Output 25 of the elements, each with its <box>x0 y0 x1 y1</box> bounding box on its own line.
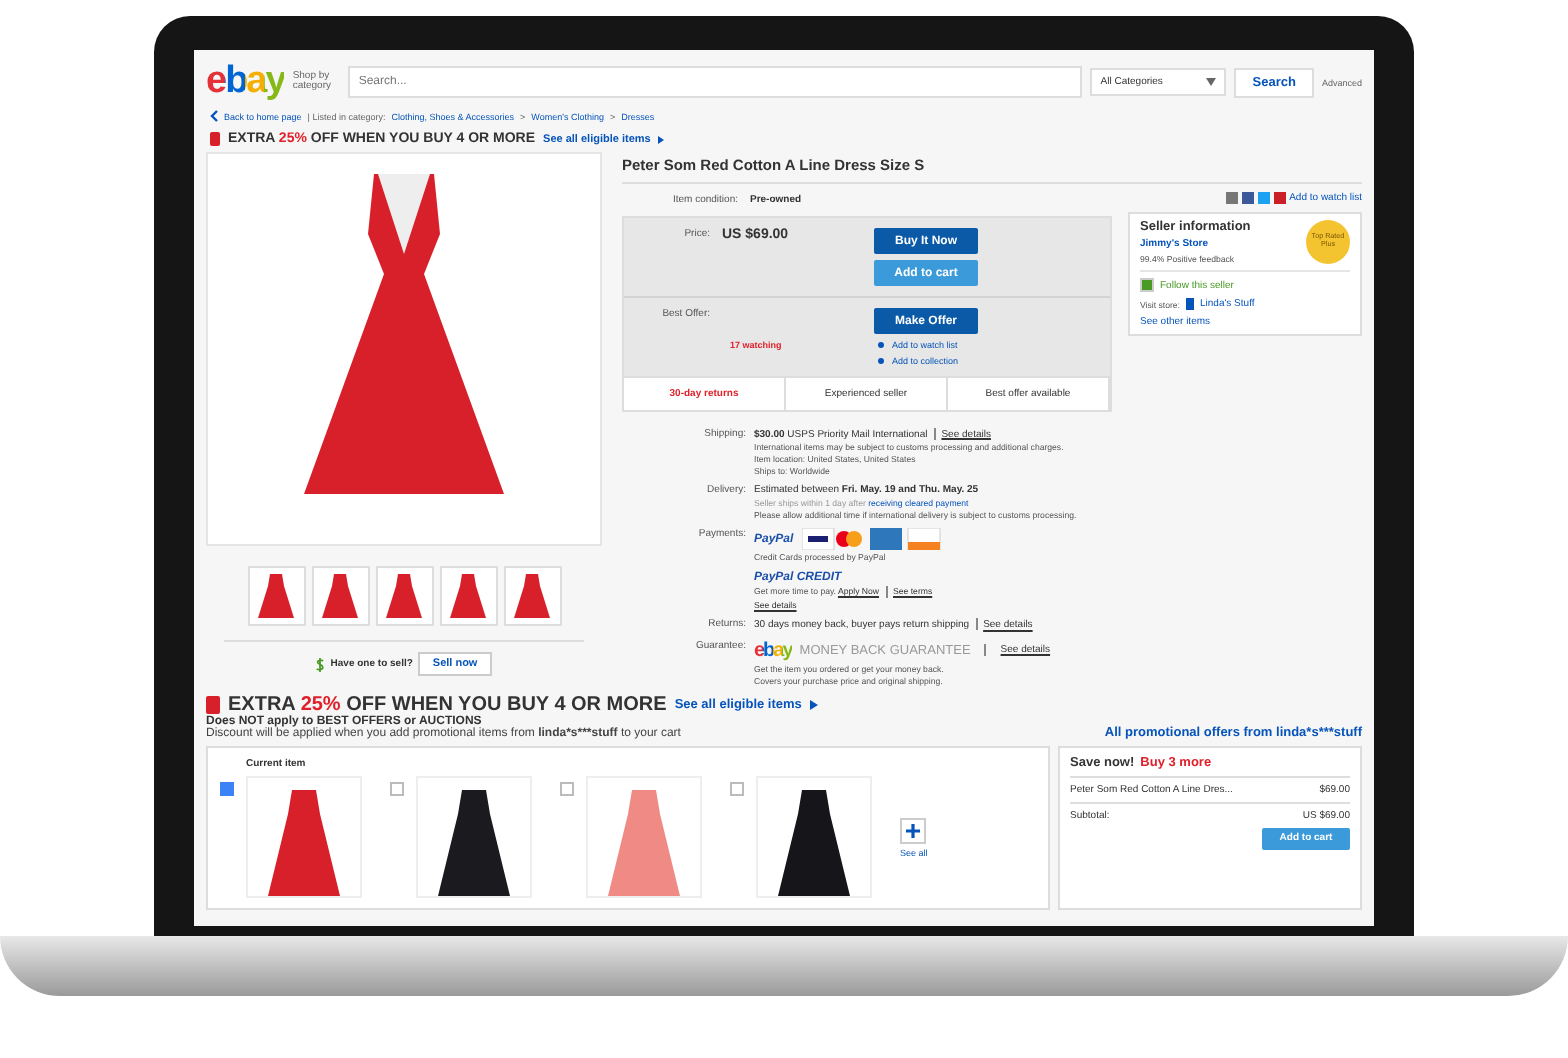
dollar-icon <box>316 657 325 671</box>
item-checkbox[interactable] <box>730 781 744 796</box>
ebay-logo[interactable]: ebay <box>206 60 285 104</box>
item-checkbox[interactable] <box>390 781 404 796</box>
bullet-icon <box>878 358 884 364</box>
item-checkbox[interactable] <box>220 781 234 796</box>
dress-photo <box>586 775 702 898</box>
dress-photo <box>756 775 872 898</box>
card-logos-drawing <box>801 528 942 551</box>
dress-thumbnail[interactable] <box>503 566 561 626</box>
dress-thumbnail[interactable] <box>375 566 433 626</box>
dress-photo <box>416 775 532 898</box>
play-arrow-icon <box>658 135 665 143</box>
dress-thumbnail[interactable] <box>247 566 305 626</box>
tag-icon <box>206 695 220 714</box>
promo-headline: EXTRA 25% OFF WHEN YOU BUY 4 OR MORE <box>228 693 667 716</box>
dress-thumbnail[interactable] <box>439 566 497 626</box>
tag-icon <box>210 132 220 146</box>
ebay-logo: ebay <box>754 639 792 662</box>
bullet-icon <box>878 342 884 348</box>
caret-icon <box>1206 78 1217 86</box>
dress-thumbnail[interactable] <box>311 566 369 626</box>
play-arrow-icon <box>809 699 818 710</box>
item-checkbox[interactable] <box>560 781 574 796</box>
dress-photo <box>246 775 362 898</box>
